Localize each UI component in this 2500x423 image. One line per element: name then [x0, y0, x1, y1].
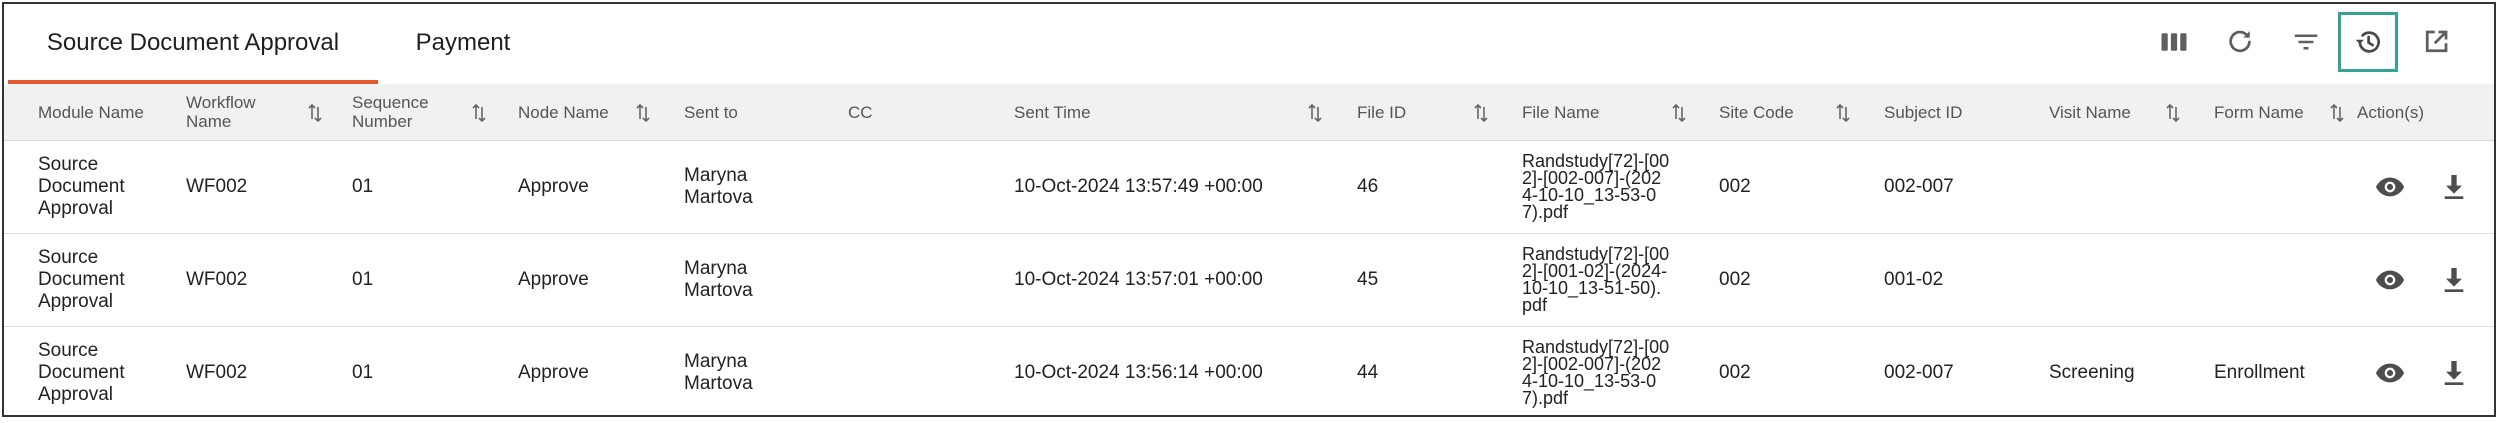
cell-module-name: Source Document Approval — [38, 154, 125, 219]
cell-site-code: 002 — [1719, 176, 1751, 197]
cell-site-code: 002 — [1719, 269, 1751, 290]
open-external-button[interactable] — [2406, 12, 2466, 72]
cell-sent-to: Maryna Martova — [684, 258, 753, 301]
header-cc: CC — [848, 102, 873, 122]
history-button[interactable] — [2338, 12, 2398, 72]
header-form-name: Form Name — [2214, 102, 2304, 122]
cell-form-name: Enrollment — [2214, 362, 2305, 383]
cell-node-name: Approve — [518, 176, 589, 197]
open-external-icon — [2425, 30, 2448, 53]
cell-workflow-name: WF002 — [186, 362, 248, 383]
tab-payment[interactable]: Payment — [378, 4, 548, 82]
table-row: Source Document Approval WF002 01 Approv… — [4, 141, 2494, 234]
header-module-name: Module Name — [38, 102, 144, 122]
sort-workflow-name-icon[interactable] — [306, 102, 324, 124]
header-sent-to: Sent to — [684, 102, 738, 122]
refresh-button[interactable] — [2210, 12, 2270, 72]
sort-file-id-icon[interactable] — [1472, 102, 1490, 124]
cell-subject-id: 002-007 — [1884, 176, 1954, 197]
sort-form-name-icon[interactable] — [2328, 102, 2346, 124]
cell-workflow-name: WF002 — [186, 176, 248, 197]
download-icon — [2444, 361, 2464, 385]
sort-site-code-icon[interactable] — [1834, 102, 1852, 124]
header-actions: Action(s) — [2357, 102, 2425, 122]
cell-sent-time: 10-Oct-2024 13:56:14 +00:00 — [1014, 362, 1263, 383]
cell-subject-id: 002-007 — [1884, 362, 1954, 383]
sort-file-name-icon[interactable] — [1670, 102, 1688, 124]
sort-visit-name-icon[interactable] — [2164, 102, 2182, 124]
cell-subject-id: 001-02 — [1884, 269, 1944, 290]
history-icon — [2355, 31, 2380, 53]
sort-sent-time-icon[interactable] — [1306, 102, 1324, 124]
cell-form-name — [2214, 234, 2344, 326]
filter-button[interactable] — [2276, 12, 2336, 72]
cell-file-name: Randstudy[72]-[002]-[002-007]-(2024-10-1… — [1522, 337, 1670, 408]
table-header: Module Name Workflow Name Sequence Numbe… — [4, 84, 2494, 141]
view-icon — [2376, 363, 2404, 383]
download-button[interactable] — [2436, 171, 2472, 203]
cell-module-name: Source Document Approval — [38, 340, 125, 405]
cell-file-id: 44 — [1357, 362, 1379, 383]
view-button[interactable] — [2372, 357, 2408, 389]
table-row: Source Document Approval WF002 01 Approv… — [4, 234, 2494, 327]
cell-sent-time: 10-Oct-2024 13:57:49 +00:00 — [1014, 176, 1263, 197]
columns-button[interactable] — [2144, 12, 2204, 72]
cell-sent-to: Maryna Martova — [684, 165, 753, 208]
download-icon — [2444, 175, 2464, 199]
cell-node-name: Approve — [518, 362, 589, 383]
header-workflow-name: Workflow Name — [186, 93, 256, 131]
cell-visit-name: Screening — [2049, 362, 2135, 383]
cell-sent-time: 10-Oct-2024 13:57:01 +00:00 — [1014, 269, 1263, 290]
download-button[interactable] — [2436, 264, 2472, 296]
cell-file-name: Randstudy[72]-[002]-[001-02]-(2024-10-10… — [1522, 244, 1670, 315]
tab-bar: Source Document Approval Payment — [4, 4, 2494, 84]
table-row: Source Document Approval WF002 01 Approv… — [4, 327, 2494, 415]
cell-sequence-number: 01 — [352, 176, 374, 197]
header-file-id: File ID — [1357, 102, 1407, 122]
header-subject-id: Subject ID — [1884, 102, 1963, 122]
cell-file-id: 46 — [1357, 176, 1379, 197]
view-icon — [2376, 270, 2404, 290]
cell-sequence-number: 01 — [352, 362, 374, 383]
cell-file-name: Randstudy[72]-[002]-[002-007]-(2024-10-1… — [1522, 151, 1670, 222]
columns-icon — [2161, 33, 2187, 51]
cell-form-name — [2214, 141, 2344, 233]
cell-cc — [848, 234, 968, 326]
sort-node-name-icon[interactable] — [634, 102, 652, 124]
tab-source-document-approval[interactable]: Source Document Approval — [8, 4, 378, 84]
cell-node-name: Approve — [518, 269, 589, 290]
cell-site-code: 002 — [1719, 362, 1751, 383]
header-node-name: Node Name — [518, 102, 609, 122]
cell-file-id: 45 — [1357, 269, 1379, 290]
download-button[interactable] — [2436, 357, 2472, 389]
download-icon — [2444, 268, 2464, 292]
cell-sent-to: Maryna Martova — [684, 351, 753, 394]
cell-cc — [848, 141, 968, 233]
view-icon — [2376, 177, 2404, 197]
view-button[interactable] — [2372, 264, 2408, 296]
sort-sequence-number-icon[interactable] — [470, 102, 488, 124]
approval-table: Module Name Workflow Name Sequence Numbe… — [4, 84, 2494, 415]
refresh-icon — [2229, 30, 2251, 53]
header-sequence-number: Sequence Number — [352, 93, 429, 131]
cell-module-name: Source Document Approval — [38, 247, 125, 312]
header-file-name: File Name — [1522, 102, 1600, 122]
cell-sequence-number: 01 — [352, 269, 374, 290]
cell-visit-name — [2049, 234, 2189, 326]
view-button[interactable] — [2372, 171, 2408, 203]
filter-icon — [2294, 34, 2318, 50]
approval-panel: Source Document Approval Payment Module … — [2, 2, 2496, 417]
header-site-code: Site Code — [1719, 102, 1794, 122]
cell-visit-name — [2049, 141, 2189, 233]
cell-workflow-name: WF002 — [186, 269, 248, 290]
header-visit-name: Visit Name — [2049, 102, 2131, 122]
cell-cc — [848, 327, 968, 415]
header-sent-time: Sent Time — [1014, 102, 1091, 122]
